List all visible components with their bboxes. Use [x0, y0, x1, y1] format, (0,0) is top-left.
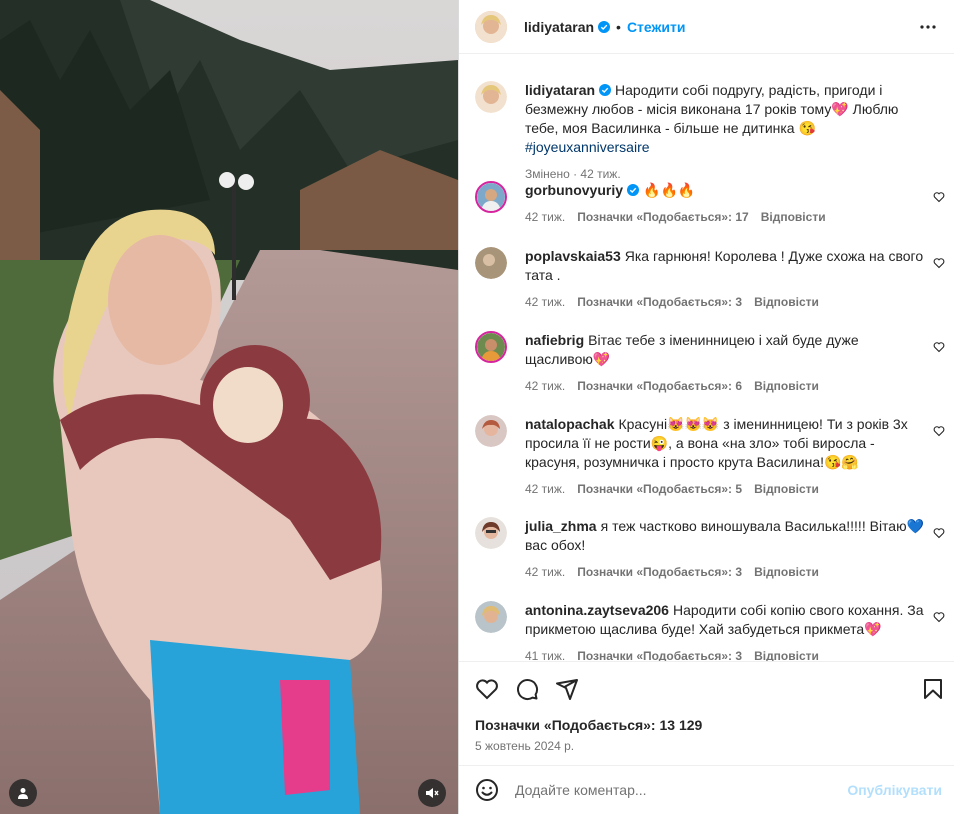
comment-likes[interactable]: Позначки «Подобається»: 3 [577, 295, 742, 309]
verified-icon [627, 184, 640, 196]
tagged-users-button[interactable] [9, 779, 37, 807]
post-header: lidiyataran • Стежити [459, 0, 954, 54]
comment-meta: 41 тиж. Позначки «Подобається»: 3 Відповіс… [525, 649, 925, 661]
comment-username[interactable]: julia_zhma [525, 518, 597, 534]
heart-icon[interactable] [933, 257, 945, 269]
comment-likes[interactable]: Позначки «Подобається»: 6 [577, 379, 742, 393]
author-avatar[interactable] [475, 10, 507, 43]
share-icon[interactable] [555, 677, 579, 701]
reply-button[interactable]: Відповісти [754, 482, 819, 496]
comment-avatar[interactable] [475, 331, 507, 363]
comment-time: 41 тиж. [525, 649, 566, 661]
more-icon [920, 24, 936, 29]
heart-icon[interactable] [933, 425, 945, 437]
comment-username[interactable]: antonina.zaytseva206 [525, 602, 669, 618]
comment-meta: 42 тиж. Позначки «Подобається»: 6 Відповіс… [525, 379, 925, 393]
reply-button[interactable]: Відповісти [754, 295, 819, 309]
comment-avatar[interactable] [475, 415, 507, 447]
avatar-image [475, 10, 507, 43]
mute-button[interactable] [418, 779, 446, 807]
caption-edited-time: Змінено · 42 тиж. [525, 167, 621, 181]
reply-button[interactable]: Відповісти [761, 210, 826, 224]
comment-avatar[interactable] [475, 517, 507, 549]
avatar-image [475, 517, 507, 549]
comment-text: 🔥🔥🔥 [643, 182, 696, 198]
caption-meta: Змінено · 42 тиж. [525, 167, 925, 181]
comment-time: 42 тиж. [525, 565, 566, 579]
caption-hashtag[interactable]: #joyeuxanniversaire [525, 139, 650, 155]
post-date[interactable]: 5 жовтень 2024 р. [475, 739, 574, 753]
add-comment-bar: Опублікувати [459, 765, 954, 814]
comment-meta: 42 тиж. Позначки «Подобається»: 17 Відпові… [525, 210, 925, 224]
heart-icon[interactable] [933, 191, 945, 203]
avatar-image [475, 415, 507, 447]
emoji-icon[interactable] [475, 778, 499, 802]
comment-input[interactable] [515, 782, 848, 798]
user-icon [18, 788, 28, 799]
comment-time: 42 тиж. [525, 295, 566, 309]
heart-icon[interactable] [933, 611, 945, 623]
author-avatar[interactable] [475, 81, 507, 113]
comment-username[interactable]: natalopachak [525, 416, 614, 432]
caption-username[interactable]: lidiyataran [525, 82, 595, 98]
comment-likes[interactable]: Позначки «Подобається»: 3 [577, 565, 742, 579]
post-actions: Позначки «Подобається»: 13 129 5 жовтень… [459, 661, 954, 761]
photo-illustration [0, 0, 458, 814]
verified-icon [599, 84, 612, 96]
comment-username[interactable]: nafiebrig [525, 332, 584, 348]
comment-likes[interactable]: Позначки «Подобається»: 17 [577, 210, 748, 224]
post-comment-button[interactable]: Опублікувати [847, 782, 942, 798]
bookmark-icon[interactable] [921, 677, 945, 701]
action-row [475, 677, 942, 701]
comment-meta: 42 тиж. Позначки «Подобається»: 3 Відповіс… [525, 295, 925, 309]
mute-icon [426, 788, 439, 798]
comment-meta: 42 тиж. Позначки «Подобається»: 3 Відповіс… [525, 565, 925, 579]
comment-time: 42 тиж. [525, 379, 566, 393]
separator-dot: • [616, 18, 621, 35]
avatar-image [475, 601, 507, 633]
comment-likes[interactable]: Позначки «Подобається»: 3 [577, 649, 742, 661]
comment-icon[interactable] [515, 677, 539, 701]
comments-list[interactable]: lidiyataran Народити собі подругу, радіст… [459, 55, 954, 661]
comment-username[interactable]: poplavskaia53 [525, 248, 621, 264]
avatar-image [475, 81, 507, 113]
author-username[interactable]: lidiyataran [524, 19, 594, 35]
avatar-image [475, 247, 507, 279]
comment-likes[interactable]: Позначки «Подобається»: 5 [577, 482, 742, 496]
follow-button[interactable]: Стежити [627, 19, 686, 35]
reply-button[interactable]: Відповісти [754, 565, 819, 579]
comment-avatar[interactable] [475, 601, 507, 633]
post-side-panel: lidiyataran • Стежити lidiyataran Народит… [459, 0, 954, 814]
comment-meta: 42 тиж. Позначки «Подобається»: 5 Відповіс… [525, 482, 925, 496]
more-options-button[interactable] [916, 15, 940, 39]
comment-time: 42 тиж. [525, 210, 566, 224]
comment-avatar[interactable] [475, 247, 507, 279]
post-photo[interactable] [0, 0, 458, 814]
comment-avatar[interactable] [475, 181, 507, 213]
comment-username[interactable]: gorbunovyuriy [525, 182, 623, 198]
avatar-image [477, 333, 505, 361]
heart-icon[interactable] [475, 677, 499, 701]
verified-icon [598, 20, 611, 33]
avatar-image [477, 183, 505, 211]
heart-icon[interactable] [933, 527, 945, 539]
likes-count[interactable]: Позначки «Подобається»: 13 129 [475, 717, 702, 733]
reply-button[interactable]: Відповісти [754, 649, 819, 661]
heart-icon[interactable] [933, 341, 945, 353]
comment-time: 42 тиж. [525, 482, 566, 496]
reply-button[interactable]: Відповісти [754, 379, 819, 393]
